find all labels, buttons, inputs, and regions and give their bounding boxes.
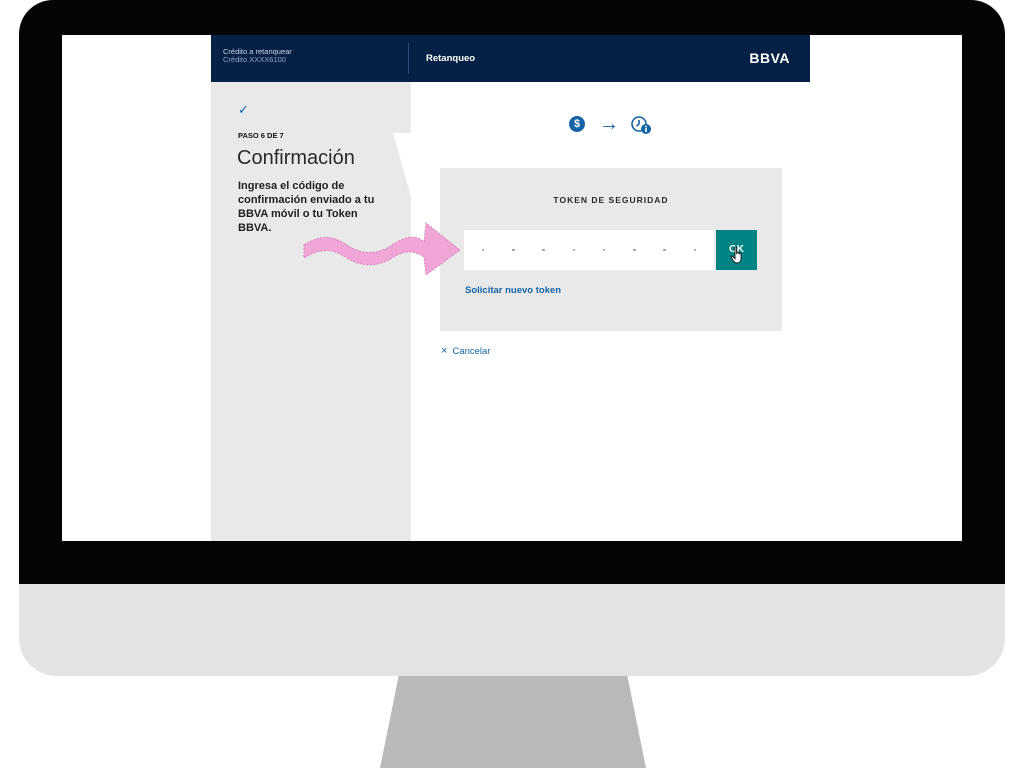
hand-pointer-icon — [730, 246, 742, 264]
credit-number: Crédito XXXX6100 — [223, 55, 286, 64]
section-title: Retanqueo — [426, 53, 476, 64]
clock-info-icon — [631, 116, 651, 134]
cancel-label: Cancelar — [452, 346, 491, 357]
process-icons: $ → — [569, 112, 659, 136]
header-divider — [408, 43, 409, 74]
request-new-token-link[interactable]: Solicitar nuevo token — [465, 285, 561, 296]
token-card: TOKEN DE SEGURIDAD OK Solicitar nuevo to… — [440, 168, 782, 331]
monitor-screen: Crédito a retanquear Crédito XXXX6100 Re… — [62, 35, 962, 541]
app-header: Crédito a retanquear Crédito XXXX6100 Re… — [211, 35, 810, 82]
arrow-right-icon: → — [599, 113, 619, 135]
check-icon: ✓ — [238, 102, 249, 117]
monitor-stand — [380, 676, 646, 768]
dollar-icon: $ — [569, 116, 585, 132]
token-title: TOKEN DE SEGURIDAD — [553, 195, 669, 205]
step-label: PASO 6 DE 7 — [238, 131, 284, 140]
cancel-link[interactable]: × Cancelar — [441, 345, 490, 357]
token-input[interactable] — [464, 230, 714, 270]
step-sidebar: ✓ PASO 6 DE 7 Confirmación Ingresa el có… — [211, 82, 411, 541]
bbva-logo[interactable]: BBVA — [749, 50, 790, 66]
step-title: Confirmación — [237, 147, 355, 169]
annotation-arrow — [303, 222, 461, 276]
close-icon: × — [441, 345, 448, 357]
